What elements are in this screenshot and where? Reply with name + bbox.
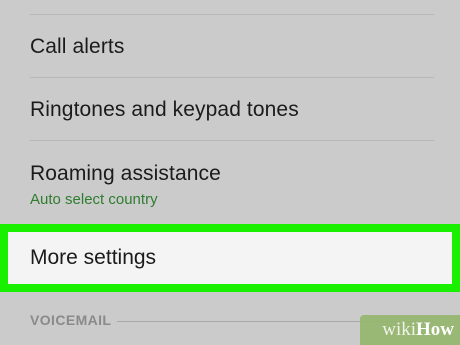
settings-screen: Call alerts Ringtones and keypad tones R… [0, 0, 460, 345]
ringtones-row[interactable]: Ringtones and keypad tones [0, 78, 460, 140]
roaming-assistance-row[interactable]: Roaming assistance Auto select country [0, 141, 460, 223]
more-settings-label: More settings [30, 246, 157, 269]
roaming-assistance-label: Roaming assistance [30, 162, 221, 185]
wikihow-watermark: wikiHow [382, 319, 454, 341]
watermark-how-text: How [416, 319, 454, 340]
watermark-wiki-text: wiki [382, 319, 416, 340]
call-alerts-row[interactable]: Call alerts [0, 15, 460, 77]
more-settings-row[interactable]: More settings [8, 232, 452, 284]
section-header-voicemail: VOICEMAIL [30, 312, 112, 328]
highlight-frame: More settings [0, 224, 460, 292]
ringtones-label: Ringtones and keypad tones [30, 98, 299, 121]
call-alerts-label: Call alerts [30, 35, 125, 58]
roaming-assistance-sublabel: Auto select country [30, 191, 158, 208]
